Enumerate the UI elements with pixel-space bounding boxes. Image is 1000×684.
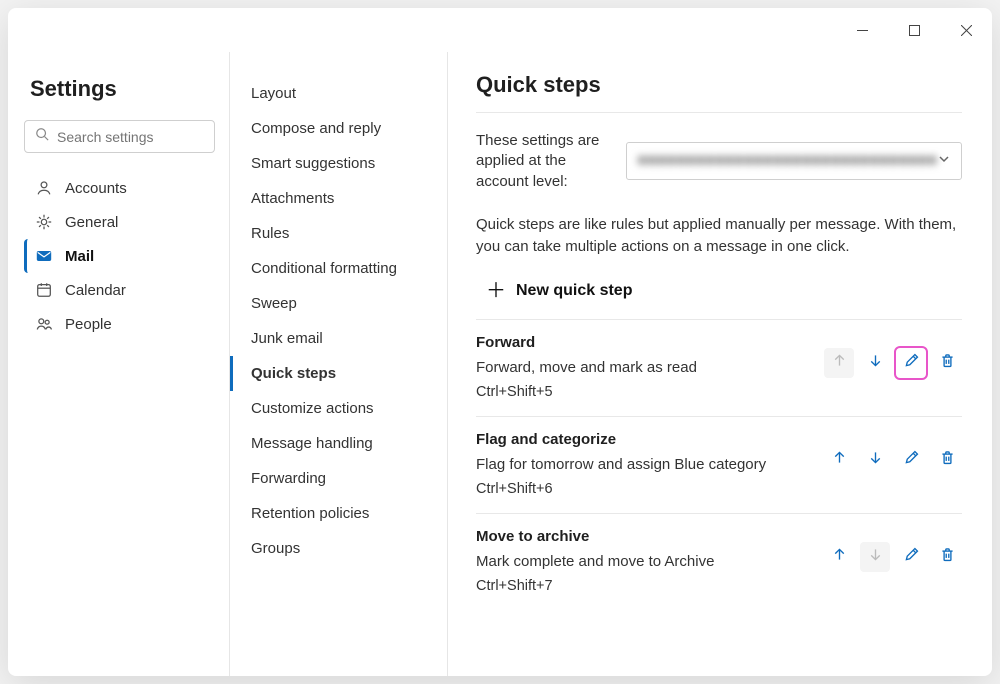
step-shortcut: Ctrl+Shift+7 — [476, 578, 962, 594]
arrow-down-icon — [867, 546, 884, 568]
account-value: ■■■■■■■■■■■■■■■■■■■■■■■■■■■■■■■ — [637, 152, 937, 170]
trash-icon — [939, 546, 956, 568]
subnav-item[interactable]: Conditional formatting — [230, 251, 447, 286]
subnav-item[interactable]: Retention policies — [230, 496, 447, 531]
subnav-item[interactable]: Attachments — [230, 181, 447, 216]
delete-button[interactable] — [932, 445, 962, 475]
arrow-down-icon — [867, 449, 884, 471]
subnav-item[interactable]: Message handling — [230, 426, 447, 461]
subnav-item[interactable]: Sweep — [230, 286, 447, 321]
primary-nav: Accounts General Mail — [24, 171, 215, 341]
step-actions — [824, 445, 962, 475]
step-actions — [824, 348, 962, 378]
page-heading: Quick steps — [476, 72, 962, 98]
edit-button[interactable] — [896, 445, 926, 475]
step-actions — [824, 542, 962, 572]
gear-icon — [35, 213, 53, 231]
quick-step-item: Move to archiveMark complete and move to… — [476, 513, 962, 610]
nav-calendar[interactable]: Calendar — [24, 273, 215, 307]
trash-icon — [939, 449, 956, 471]
arrow-up-icon — [831, 546, 848, 568]
people-icon — [35, 315, 53, 333]
move-up-button[interactable] — [824, 542, 854, 572]
close-button[interactable] — [944, 14, 988, 46]
person-icon — [35, 179, 53, 197]
content: Settings Accounts Genera — [8, 52, 992, 676]
steps-list: ForwardForward, move and mark as readCtr… — [476, 319, 962, 610]
nav-people[interactable]: People — [24, 307, 215, 341]
edit-button[interactable] — [896, 542, 926, 572]
subnav-list: LayoutCompose and replySmart suggestions… — [230, 76, 447, 566]
settings-title: Settings — [30, 76, 209, 102]
subnav-item[interactable]: Rules — [230, 216, 447, 251]
account-scope-label: These settings are applied at the accoun… — [476, 131, 608, 192]
settings-window: Settings Accounts Genera — [8, 8, 992, 676]
account-select[interactable]: ■■■■■■■■■■■■■■■■■■■■■■■■■■■■■■■ — [626, 142, 962, 180]
new-step-label: New quick step — [516, 282, 632, 300]
mail-subnav: LayoutCompose and replySmart suggestions… — [230, 52, 448, 676]
account-scope-row: These settings are applied at the accoun… — [476, 131, 962, 192]
nav-general[interactable]: General — [24, 205, 215, 239]
subnav-item[interactable]: Junk email — [230, 321, 447, 356]
subnav-item[interactable]: Smart suggestions — [230, 146, 447, 181]
move-down-button — [860, 542, 890, 572]
arrow-up-icon — [831, 449, 848, 471]
main-panel: Quick steps These settings are applied a… — [448, 52, 992, 676]
nav-label: Accounts — [65, 180, 127, 197]
move-down-button[interactable] — [860, 348, 890, 378]
delete-button[interactable] — [932, 348, 962, 378]
nav-label: General — [65, 214, 118, 231]
step-shortcut: Ctrl+Shift+6 — [476, 481, 962, 497]
maximize-button[interactable] — [892, 14, 936, 46]
mail-icon — [35, 247, 53, 265]
new-quick-step-button[interactable]: ＋ New quick step — [476, 275, 962, 319]
delete-button[interactable] — [932, 542, 962, 572]
subnav-item[interactable]: Quick steps — [230, 356, 447, 391]
pencil-icon — [903, 352, 920, 374]
pencil-icon — [903, 449, 920, 471]
titlebar — [8, 8, 992, 52]
divider — [476, 112, 962, 113]
nav-accounts[interactable]: Accounts — [24, 171, 215, 205]
nav-mail[interactable]: Mail — [24, 239, 215, 273]
pencil-icon — [903, 546, 920, 568]
subnav-item[interactable]: Layout — [230, 76, 447, 111]
trash-icon — [939, 352, 956, 374]
move-up-button — [824, 348, 854, 378]
minimize-button[interactable] — [840, 14, 884, 46]
subnav-item[interactable]: Customize actions — [230, 391, 447, 426]
move-up-button[interactable] — [824, 445, 854, 475]
subnav-item[interactable]: Groups — [230, 531, 447, 566]
subnav-item[interactable]: Forwarding — [230, 461, 447, 496]
move-down-button[interactable] — [860, 445, 890, 475]
calendar-icon — [35, 281, 53, 299]
primary-sidebar: Settings Accounts Genera — [8, 52, 230, 676]
plus-icon: ＋ — [486, 281, 506, 301]
subnav-item[interactable]: Compose and reply — [230, 111, 447, 146]
nav-label: People — [65, 316, 112, 333]
description-text: Quick steps are like rules but applied m… — [476, 214, 962, 258]
quick-step-item: ForwardForward, move and mark as readCtr… — [476, 319, 962, 416]
search-field[interactable] — [24, 120, 215, 153]
arrow-down-icon — [867, 352, 884, 374]
search-icon — [35, 127, 49, 146]
nav-label: Mail — [65, 248, 94, 265]
chevron-down-icon — [937, 152, 951, 171]
search-input[interactable] — [57, 129, 204, 145]
nav-label: Calendar — [65, 282, 126, 299]
quick-step-item: Flag and categorizeFlag for tomorrow and… — [476, 416, 962, 513]
step-shortcut: Ctrl+Shift+5 — [476, 384, 962, 400]
arrow-up-icon — [831, 352, 848, 374]
edit-button[interactable] — [896, 348, 926, 378]
